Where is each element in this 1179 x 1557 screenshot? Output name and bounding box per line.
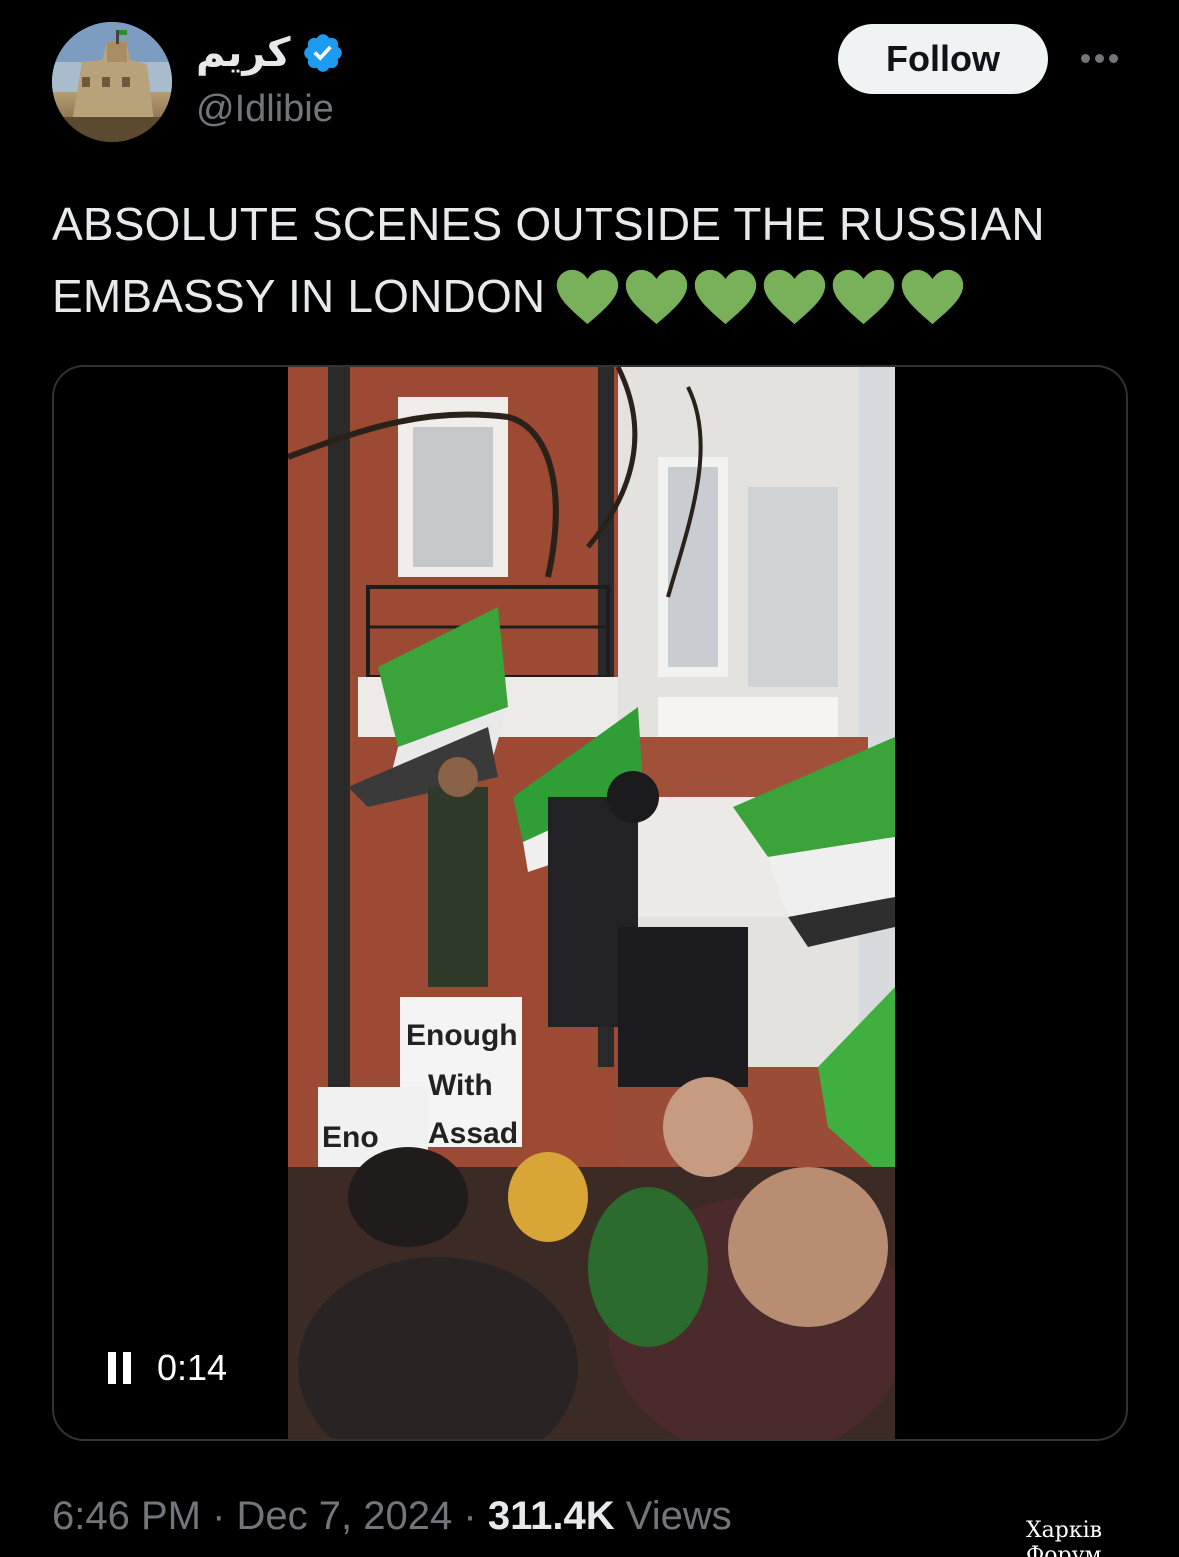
more-dots-icon[interactable] [1074,38,1124,78]
verified-badge-icon [303,34,342,72]
dot [1080,53,1090,63]
sign-text-with: With [428,1069,493,1102]
dot [1094,53,1104,63]
sign-text-assad: Assad [428,1117,518,1150]
avatar[interactable] [52,22,172,142]
green-heart-icon [764,269,826,325]
pause-bar [108,1352,116,1384]
views-label: Views [625,1494,732,1538]
green-heart-icon [902,269,964,325]
meta-separator: · [212,1494,226,1538]
green-heart-icon [695,269,757,325]
green-hearts [555,268,965,326]
video-controls: 0:14 [108,1347,227,1389]
green-heart-icon [626,269,688,325]
dot [1108,53,1118,63]
castle-avatar-icon [52,22,172,142]
sign-text-eno: Eno [322,1121,379,1154]
tweet-page: كريم @Idlibie Follow ABSOLUTE SCENES OUT… [0,0,1179,1557]
views-count[interactable]: 311.4K [488,1494,615,1538]
tweet-date[interactable]: Dec 7, 2024 [237,1494,453,1538]
author-name-row: كريم [196,30,345,76]
tweet-meta: 6:46 PM · Dec 7, 2024 · 311.4K Views [52,1494,732,1539]
video-elapsed-time: 0:14 [157,1347,228,1388]
tweet-text: ABSOLUTE SCENES OUTSIDE THE RUSSIAN EMBA… [52,188,1132,332]
author-handle[interactable]: @Idlibie [196,88,334,131]
video-player[interactable]: Enough With Assad Eno [288,367,895,1439]
tweet-time[interactable]: 6:46 PM [52,1494,201,1538]
author-display-name[interactable]: كريم [196,30,291,76]
media-card[interactable]: Enough With Assad Eno 0:14 [52,365,1128,1441]
green-heart-icon [833,269,895,325]
follow-button[interactable]: Follow [838,24,1048,94]
meta-separator: · [463,1494,477,1538]
pause-bar [123,1352,131,1384]
pause-icon[interactable] [108,1352,131,1384]
video-thumbnail: Enough With Assad Eno [288,367,895,1439]
sign-text-enough: Enough [406,1019,518,1052]
watermark: Харків Форум [1026,1518,1103,1557]
green-heart-icon [557,269,619,325]
